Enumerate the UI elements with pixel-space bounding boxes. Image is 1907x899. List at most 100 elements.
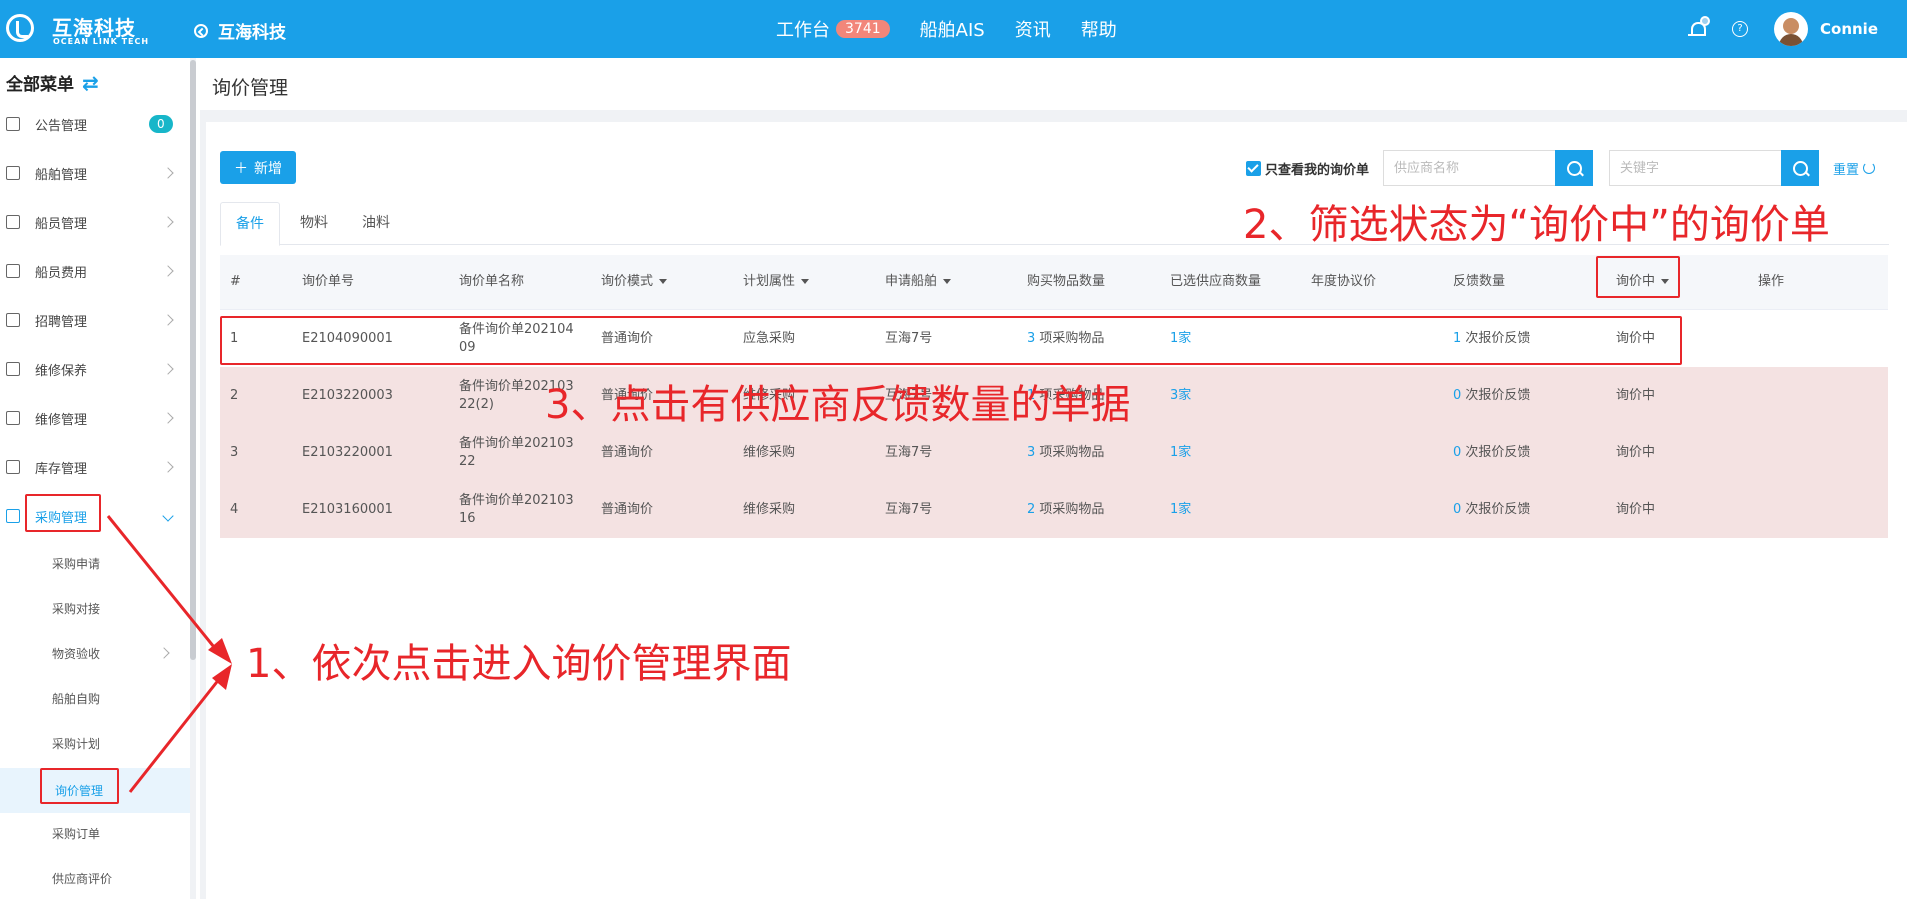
notification-bell-icon[interactable]: [1688, 16, 1710, 38]
wrench-icon: [6, 411, 20, 425]
nav-workbench[interactable]: 工作台 3741: [776, 16, 890, 42]
sidebar-item-label: 库存管理: [35, 461, 88, 477]
column-header-inquiry-mode[interactable]: 询价模式: [601, 255, 668, 309]
back-link[interactable]: 互海科技: [194, 18, 286, 43]
tab-spare-parts[interactable]: 备件: [220, 202, 280, 246]
cell-supplier-count[interactable]: 3家: [1170, 367, 1191, 424]
sidebar-item-maintenance[interactable]: 维修保养: [0, 349, 190, 389]
cell-supplier-count[interactable]: 1家: [1170, 481, 1191, 538]
user-area: ? Connie: [1688, 12, 1878, 46]
only-mine-label[interactable]: 只查看我的询价单: [1265, 159, 1369, 178]
sidebar-subitem-label: 采购申请: [52, 556, 101, 571]
chevron-right-icon: [162, 412, 174, 424]
column-header-plan-type[interactable]: 计划属性: [743, 255, 810, 309]
nav-help[interactable]: 帮助: [1081, 16, 1117, 42]
chevron-right-icon: [162, 314, 174, 326]
annotation-step3: 3、点击有供应商反馈数量的单据: [545, 382, 1131, 428]
sidebar-subitem-purchase-orders[interactable]: 采购订单: [0, 814, 190, 852]
search-icon: [1792, 160, 1808, 176]
column-header-label: 询价模式: [601, 274, 654, 289]
reset-button[interactable]: 重置: [1833, 159, 1876, 178]
sidebar-subitem-purchase-request[interactable]: 采购申请: [0, 544, 190, 582]
column-header-ship[interactable]: 申请船舶: [885, 255, 952, 309]
top-nav: 工作台 3741 船舶AIS 资讯 帮助: [776, 16, 1147, 42]
supplier-search-input[interactable]: [1383, 150, 1556, 186]
column-header-inquiry-name: 询价单名称: [459, 274, 525, 289]
workbench-count-badge: 3741: [836, 20, 890, 38]
supplier-search: [1383, 150, 1594, 186]
keyword-search: [1609, 150, 1820, 186]
sidebar-item-announcements[interactable]: 公告管理 0: [0, 104, 190, 144]
recruit-icon: [6, 313, 20, 327]
nav-workbench-label: 工作台: [776, 20, 830, 41]
all-menu-header[interactable]: 全部菜单 ⇄: [6, 70, 99, 96]
logo-subtext: OCEAN LINK TECH: [53, 37, 150, 46]
chevron-right-icon: [162, 265, 174, 277]
sidebar-item-repair[interactable]: 维修管理: [0, 398, 190, 438]
cell-index: 2: [230, 387, 239, 403]
sidebar-item-inventory[interactable]: 库存管理: [0, 447, 190, 487]
supplier-search-button[interactable]: [1555, 150, 1594, 186]
sidebar-subitem-purchase-plan[interactable]: 采购计划: [0, 724, 190, 762]
cell-status: 询价中: [1616, 387, 1656, 403]
nav-ship-ais[interactable]: 船舶AIS: [920, 16, 985, 42]
username[interactable]: Connie: [1820, 20, 1878, 38]
sidebar-subitem-label: 采购对接: [52, 601, 101, 616]
sidebar-scrollbar-thumb[interactable]: [190, 60, 196, 660]
cell-feedback-count[interactable]: 0 次报价反馈: [1453, 424, 1530, 481]
column-header-actions: 操作: [1758, 274, 1785, 289]
item-qty-number: 3: [1027, 444, 1036, 460]
table-row[interactable]: 3 E2103220001 备件询价单202103 22 普通询价 维修采购 互…: [220, 424, 1888, 481]
feedback-text: 次报价反馈: [1465, 501, 1531, 517]
wallet-icon: [6, 264, 20, 278]
hammer-icon: [6, 362, 20, 376]
avatar[interactable]: [1774, 12, 1808, 46]
tab-oil[interactable]: 油料: [348, 202, 404, 244]
sidebar-subitem-label: 供应商评价: [52, 871, 113, 886]
inquiry-name-line1: 备件询价单202103: [459, 492, 574, 508]
annotation-box-first-row: [220, 316, 1682, 365]
cell-inquiry-name: 备件询价单202103 22: [459, 424, 574, 481]
column-header-supplier-count: 已选供应商数量: [1170, 274, 1262, 289]
table-row[interactable]: 4 E2103160001 备件询价单202103 16 普通询价 维修采购 互…: [220, 481, 1888, 538]
sidebar-item-crew-expenses[interactable]: 船员费用: [0, 251, 190, 291]
column-header-label: 计划属性: [743, 274, 796, 289]
sidebar-subitem-purchase-docking[interactable]: 采购对接: [0, 589, 190, 627]
chevron-right-icon: [162, 167, 174, 179]
sidebar-subitem-label: 船舶自购: [52, 691, 101, 706]
only-mine-checkbox[interactable]: [1246, 160, 1261, 176]
cell-feedback-count[interactable]: 0 次报价反馈: [1453, 367, 1530, 424]
swap-icon[interactable]: ⇄: [82, 71, 99, 95]
sidebar-subitem-supplier-rating[interactable]: 供应商评价: [0, 859, 190, 897]
add-button[interactable]: ＋ 新增: [220, 151, 296, 184]
column-header-label: 申请船舶: [885, 274, 938, 289]
help-icon[interactable]: ?: [1732, 21, 1748, 37]
sidebar-item-ships[interactable]: 船舶管理: [0, 153, 190, 193]
cell-inquiry-no: E2103160001: [302, 501, 393, 517]
cell-inquiry-no: E2103220003: [302, 387, 393, 403]
sidebar-item-recruitment[interactable]: 招聘管理: [0, 300, 190, 340]
feedback-number: 0: [1453, 501, 1462, 517]
nav-news[interactable]: 资讯: [1015, 16, 1051, 42]
search-icon: [1566, 160, 1582, 176]
main-content: 询价管理 ＋ 新增 只查看我的询价单 重置 备件 物料: [200, 58, 1907, 899]
chevron-right-icon: [162, 461, 174, 473]
feedback-number: 0: [1453, 387, 1462, 403]
item-qty-text: 项采购物品: [1039, 501, 1105, 517]
caret-down-icon: [943, 279, 952, 284]
feedback-text: 次报价反馈: [1465, 444, 1531, 460]
logo[interactable]: 互海科技 OCEAN LINK TECH: [6, 10, 150, 48]
cell-plan: 维修采购: [743, 501, 796, 517]
annotation-box-status-filter: [1596, 256, 1680, 298]
tab-materials[interactable]: 物料: [286, 202, 342, 244]
sidebar-item-crew[interactable]: 船员管理: [0, 202, 190, 242]
cell-item-qty[interactable]: 2 项采购物品: [1027, 481, 1104, 538]
keyword-search-button[interactable]: [1781, 150, 1820, 186]
cell-supplier-count[interactable]: 1家: [1170, 424, 1191, 481]
cell-feedback-count[interactable]: 0 次报价反馈: [1453, 481, 1530, 538]
keyword-search-input[interactable]: [1609, 150, 1782, 186]
cell-item-qty[interactable]: 3 项采购物品: [1027, 424, 1104, 481]
sidebar-subitem-goods-acceptance[interactable]: 物资验收: [0, 634, 190, 672]
title-bar: 询价管理: [200, 58, 1907, 110]
sidebar-subitem-ship-self-purchase[interactable]: 船舶自购: [0, 679, 190, 717]
